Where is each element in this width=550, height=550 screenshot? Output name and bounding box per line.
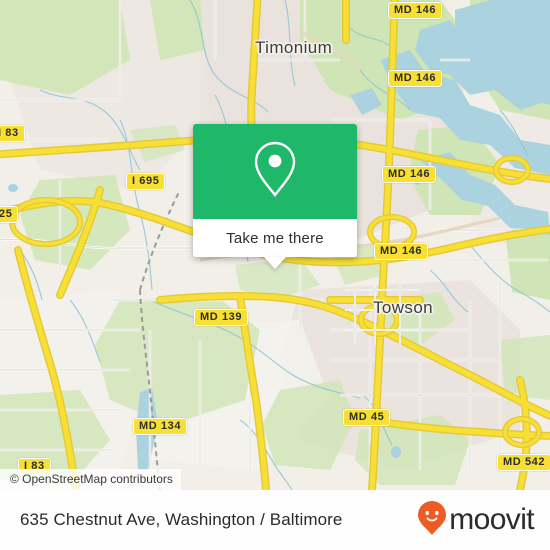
address-label: 635 Chestnut Ave, Washington / Baltimore	[20, 510, 343, 529]
road-shield-i83-top: I 83	[0, 125, 25, 142]
road-shield-md45: MD 45	[343, 409, 391, 426]
footer-bar: 635 Chestnut Ave, Washington / Baltimore…	[0, 490, 550, 550]
popup-tail	[264, 257, 286, 269]
popup-hero	[193, 124, 357, 219]
map-attribution[interactable]: © OpenStreetMap contributors	[0, 469, 181, 490]
map-screenshot: Timonium Towson MD 146 MD 146 MD 146 MD …	[0, 0, 550, 550]
moovit-brand[interactable]: moovit	[417, 500, 535, 541]
road-shield-md146-c: MD 146	[382, 166, 437, 183]
road-shield-md134: MD 134	[133, 418, 188, 435]
road-shield-i695: I 695	[126, 173, 166, 190]
place-label-timonium: Timonium	[255, 38, 333, 57]
road-shield-md139: MD 139	[194, 309, 249, 326]
road-shield-md146-a: MD 146	[388, 2, 443, 19]
road-shield-md146-d: MD 146	[374, 243, 429, 260]
location-popup[interactable]: Take me there	[193, 124, 357, 269]
moovit-wordmark: moovit	[449, 503, 534, 536]
road-shield-md542: MD 542	[497, 454, 550, 471]
road-shield-md25: 25	[0, 206, 19, 223]
popup-card[interactable]: Take me there	[193, 124, 357, 257]
take-me-there-button[interactable]: Take me there	[193, 219, 357, 257]
place-label-towson: Towson	[373, 298, 434, 317]
road-shield-md146-b: MD 146	[388, 70, 443, 87]
moovit-pin-smiley-icon	[417, 500, 447, 541]
map-pin-icon	[249, 138, 301, 205]
